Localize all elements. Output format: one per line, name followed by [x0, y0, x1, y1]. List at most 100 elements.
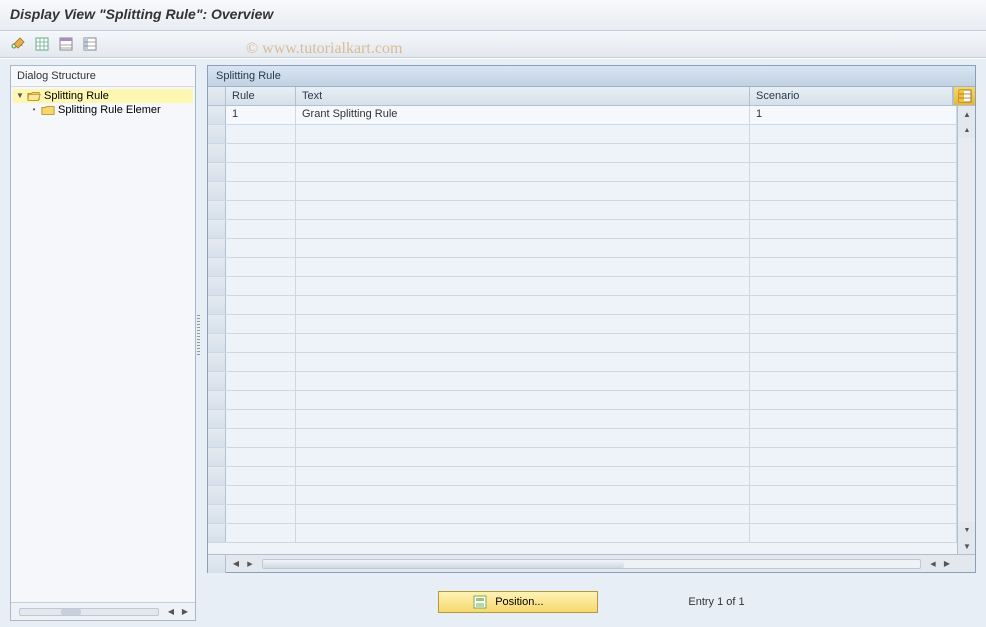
sidebar-scroll-thumb[interactable] — [61, 609, 81, 615]
folder-icon — [41, 104, 55, 116]
entry-count-label: Entry 1 of 1 — [688, 596, 744, 608]
hscroll-track[interactable] — [262, 559, 921, 569]
row-selector[interactable] — [208, 277, 226, 295]
collapse-toggle-icon[interactable]: ▼ — [15, 91, 25, 101]
table-cell — [226, 201, 296, 219]
column-header-rule[interactable]: Rule — [226, 87, 296, 105]
position-button[interactable]: Position... — [438, 591, 598, 613]
scroll-left-icon[interactable]: ◀ — [230, 558, 242, 570]
row-selector[interactable] — [208, 524, 226, 542]
row-selector[interactable] — [208, 429, 226, 447]
tree: ▼ Splitting Rule • Splitting Rule Elemer — [11, 87, 195, 602]
table-cell[interactable]: 1 — [750, 106, 957, 124]
row-selector[interactable] — [208, 144, 226, 162]
select-all-rows[interactable] — [208, 87, 226, 105]
table-row — [208, 429, 957, 448]
table-cell — [750, 486, 957, 504]
toggle-display-change-button[interactable] — [8, 34, 28, 54]
row-selector[interactable] — [208, 467, 226, 485]
table-cell — [296, 372, 750, 390]
position-button-label: Position... — [495, 596, 543, 608]
table-cell — [296, 410, 750, 428]
table-row — [208, 201, 957, 220]
vscroll-track[interactable] — [958, 138, 975, 522]
row-selector[interactable] — [208, 391, 226, 409]
row-selector[interactable] — [208, 334, 226, 352]
panel-title: Splitting Rule — [208, 66, 975, 87]
main-area: Dialog Structure ▼ Splitting Rule • Spli… — [0, 58, 986, 627]
table-cell — [750, 372, 957, 390]
table-row — [208, 296, 957, 315]
column-header-text[interactable]: Text — [296, 87, 750, 105]
table-cell — [226, 315, 296, 333]
table-row — [208, 524, 957, 543]
scroll-right-icon[interactable]: ▶ — [941, 558, 953, 570]
row-selector[interactable] — [208, 315, 226, 333]
tree-node-label: Splitting Rule Elemer — [58, 104, 161, 116]
sidebar-title: Dialog Structure — [11, 66, 195, 87]
table-row — [208, 220, 957, 239]
row-selector[interactable] — [208, 125, 226, 143]
table-cell — [226, 239, 296, 257]
expand-all-button[interactable] — [32, 34, 52, 54]
table-cell — [750, 524, 957, 542]
row-selector[interactable] — [208, 486, 226, 504]
scroll-left-step-icon[interactable]: ▶ — [244, 558, 256, 570]
table-row — [208, 448, 957, 467]
scroll-up-step-icon[interactable]: ▲ — [958, 122, 975, 138]
sidebar-scroll-track[interactable] — [19, 608, 159, 616]
scroll-down-icon[interactable]: ▼ — [958, 538, 975, 554]
rows-area: 1Grant Splitting Rule1 — [208, 106, 957, 554]
tree-node-splitting-rule-element[interactable]: • Splitting Rule Elemer — [13, 103, 193, 117]
table-cell[interactable]: 1 — [226, 106, 296, 124]
hscroll-thumb[interactable] — [263, 560, 624, 568]
table-cell — [750, 144, 957, 162]
table-cell — [226, 448, 296, 466]
splitter-handle-icon — [197, 315, 200, 355]
sidebar-hscroll: ◀ ▶ — [11, 602, 195, 620]
table-cell — [296, 524, 750, 542]
scroll-right-step-icon[interactable]: ◀ — [927, 558, 939, 570]
scroll-left-icon[interactable]: ◀ — [165, 606, 177, 618]
row-selector[interactable] — [208, 448, 226, 466]
row-selector[interactable] — [208, 372, 226, 390]
column-header-scenario[interactable]: Scenario — [750, 87, 953, 105]
select-block-button[interactable] — [80, 34, 100, 54]
table-cell[interactable]: Grant Splitting Rule — [296, 106, 750, 124]
table-row — [208, 486, 957, 505]
table-cell — [296, 277, 750, 295]
table-row — [208, 258, 957, 277]
row-selector[interactable] — [208, 220, 226, 238]
collapse-all-button[interactable] — [56, 34, 76, 54]
row-selector[interactable] — [208, 239, 226, 257]
table-cell — [296, 353, 750, 371]
splitting-rule-panel: Splitting Rule Rule Text Scenario 1Grant… — [207, 65, 976, 573]
table-row — [208, 372, 957, 391]
row-selector[interactable] — [208, 258, 226, 276]
row-selector[interactable] — [208, 201, 226, 219]
configure-columns-button[interactable] — [953, 87, 975, 105]
table-row — [208, 144, 957, 163]
scroll-down-step-icon[interactable]: ▼ — [958, 522, 975, 538]
page-title: Display View "Splitting Rule": Overview — [0, 0, 986, 31]
table-cell — [226, 258, 296, 276]
row-selector[interactable] — [208, 296, 226, 314]
table-cell — [750, 258, 957, 276]
table-cell — [226, 296, 296, 314]
row-selector[interactable] — [208, 353, 226, 371]
scroll-up-icon[interactable]: ▲ — [958, 106, 975, 122]
row-selector[interactable] — [208, 106, 226, 124]
tree-node-splitting-rule[interactable]: ▼ Splitting Rule — [13, 89, 193, 103]
splitter[interactable] — [196, 59, 201, 627]
scroll-right-icon[interactable]: ▶ — [179, 606, 191, 618]
row-selector[interactable] — [208, 410, 226, 428]
horizontal-scrollbar-row: ◀ ▶ ◀ ▶ — [208, 554, 975, 572]
table-cell — [750, 125, 957, 143]
table-cell — [226, 372, 296, 390]
row-selector[interactable] — [208, 182, 226, 200]
row-selector[interactable] — [208, 505, 226, 523]
table-cell — [296, 182, 750, 200]
table-row — [208, 467, 957, 486]
hscroll-inner: ◀ ▶ ◀ ▶ — [226, 558, 957, 570]
row-selector[interactable] — [208, 163, 226, 181]
